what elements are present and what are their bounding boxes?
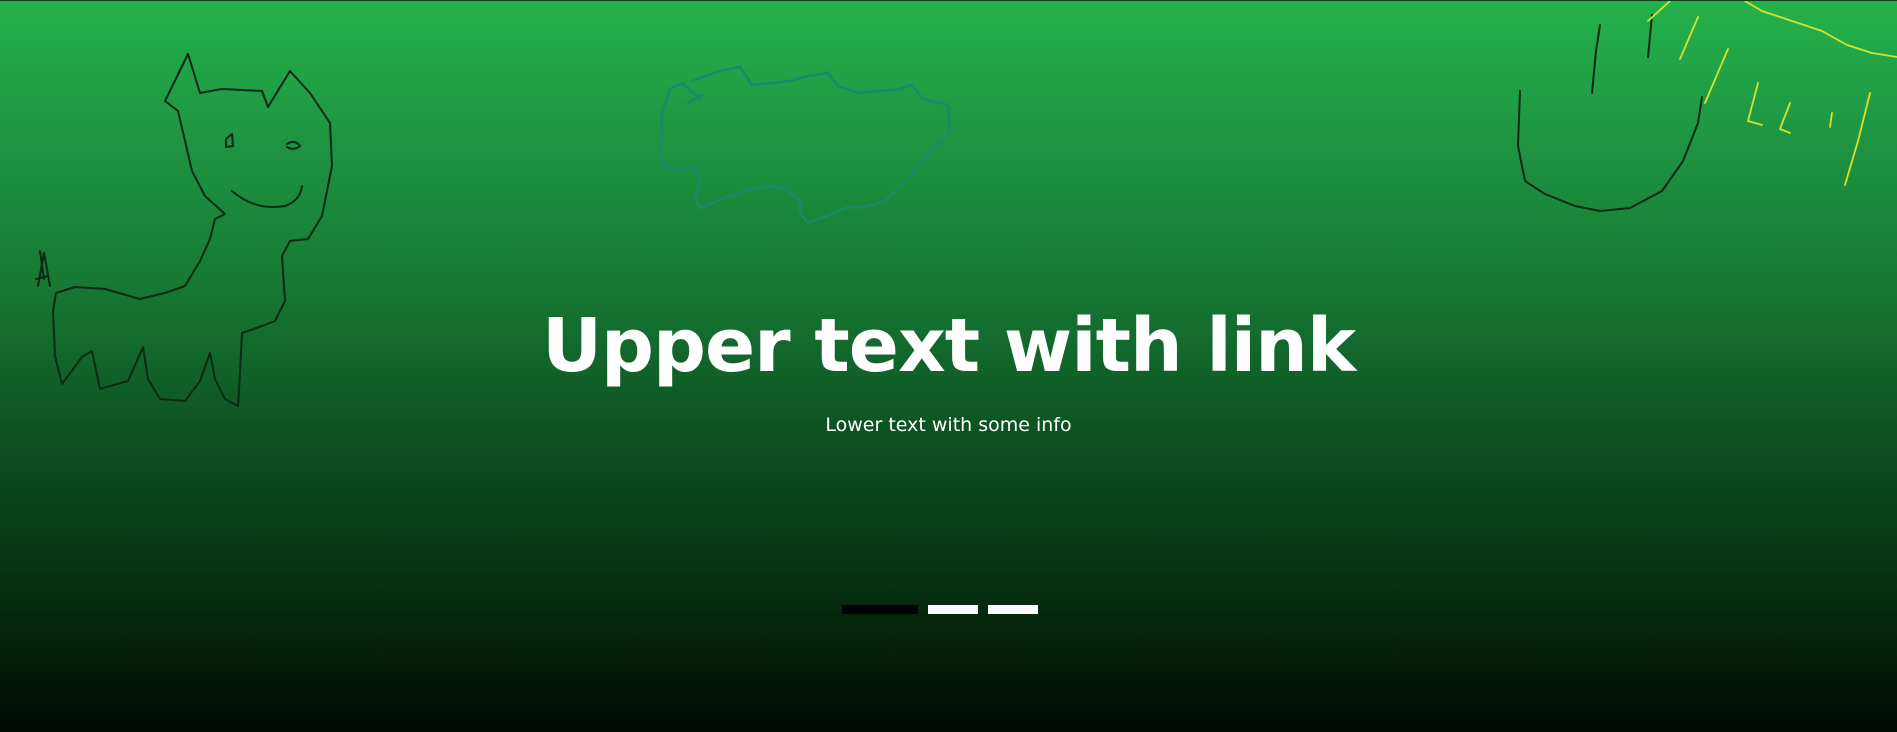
hero-banner: Upper text with link Lower text with som… — [0, 0, 1897, 732]
hero-title-link[interactable]: Upper text with link — [0, 301, 1897, 391]
hand-drawing — [1517, 14, 1703, 212]
carousel-indicator-2[interactable] — [927, 605, 978, 614]
hero-subtitle: Lower text with some info — [825, 414, 1072, 436]
sun-drawing — [1647, 1, 1897, 186]
carousel-indicator-1[interactable] — [841, 605, 918, 614]
carousel-indicators — [0, 605, 1897, 614]
fish-drawing — [658, 65, 952, 225]
carousel-indicator-3[interactable] — [987, 605, 1038, 614]
